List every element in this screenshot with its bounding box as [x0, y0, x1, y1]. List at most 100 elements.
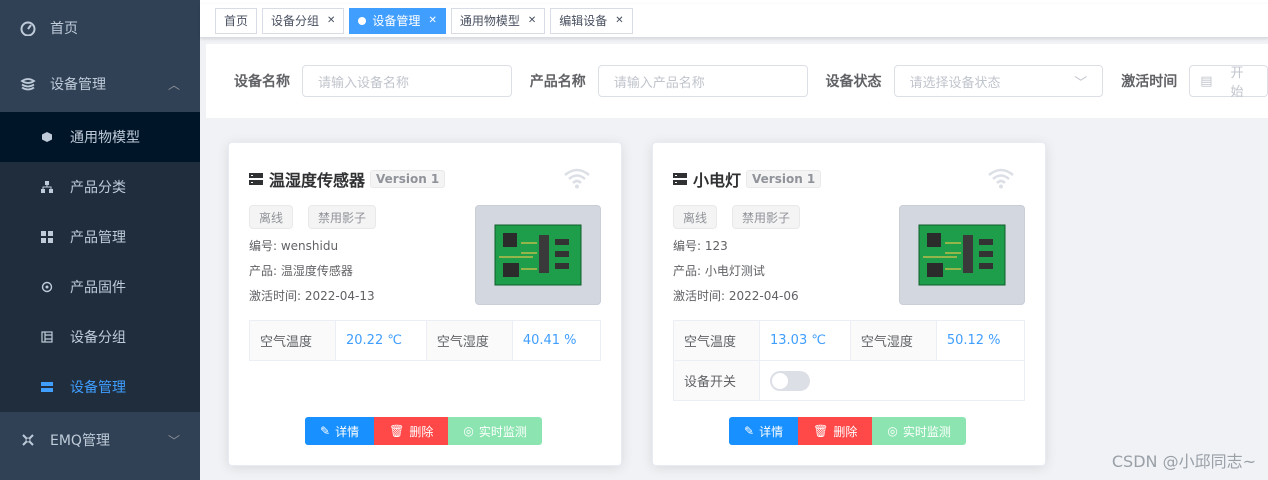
sidebar-item-device-mgmt[interactable]: 设备管理: [0, 362, 200, 412]
device-name: 温湿度传感器: [269, 171, 366, 190]
telemetry-table: 空气温度 20.22 ℃ 空气湿度 40.41 %: [249, 320, 602, 361]
trash-icon: 🗑: [389, 424, 405, 438]
device-name-input[interactable]: 请输入设备名称: [302, 65, 512, 97]
menu-emq[interactable]: EMQ管理 ﹀: [0, 412, 200, 468]
device-activate-time: 激活时间: 2022-04-13: [249, 289, 375, 303]
device-product: 产品: 小电灯测试: [673, 264, 765, 278]
emq-icon: [20, 432, 36, 448]
chevron-down-icon: ﹀: [167, 433, 180, 448]
trash-icon: 🗑: [813, 424, 829, 438]
active-dot-icon: [358, 16, 367, 25]
firmware-icon: [40, 280, 54, 294]
sidebar: 首页 设备管理 ︿ 通用物模型 产品分类 产品管理 产品固件 设备分组 设备管理…: [0, 0, 200, 480]
grid-icon: [40, 230, 54, 244]
edit-icon: ✎: [744, 424, 755, 438]
shadow-tag: 禁用影子: [308, 205, 377, 229]
button-label: 删除: [409, 424, 434, 439]
watermark-text: CSDN @小邱同志~: [1111, 452, 1256, 471]
tab-thing-model[interactable]: 通用物模型 ✕: [450, 7, 546, 34]
device-status-select[interactable]: 请选择设备状态 ﹀: [893, 65, 1104, 97]
menu-device-mgmt[interactable]: 设备管理 ︿: [0, 56, 200, 112]
device-name-label: 设备名称: [234, 74, 290, 90]
main-area: 首页 设备分组 ✕ 设备管理 ✕ 通用物模型 ✕ 编辑设备 ✕ 设备名称 请输入设备名称…: [200, 0, 1268, 480]
activate-date-input[interactable]: ▤ 开始: [1189, 65, 1268, 100]
tab-home[interactable]: 首页: [215, 7, 258, 34]
sidebar-item-label: 设备分组: [70, 330, 126, 346]
status-tag: 离线: [249, 205, 294, 229]
metric-value: 13.03 ℃: [759, 320, 851, 361]
device-image: [899, 205, 1025, 305]
device-switch-toggle[interactable]: [770, 370, 810, 391]
tab-label: 设备分组: [271, 14, 320, 28]
close-icon[interactable]: ✕: [528, 15, 536, 26]
placeholder: 请输入产品名称: [613, 75, 705, 91]
tab-device-mgmt[interactable]: 设备管理 ✕: [349, 7, 446, 34]
menu-emq-label: EMQ管理: [50, 433, 110, 449]
metric-label: 空气温度: [249, 320, 336, 361]
device-product: 产品: 温湿度传感器: [249, 264, 353, 278]
device-code: 编号: wenshidu: [249, 239, 339, 253]
menu-home[interactable]: 首页: [0, 0, 200, 56]
tab-label: 编辑设备: [559, 14, 608, 28]
wifi-icon: [987, 167, 1015, 192]
device-card: 小电灯 Version 1 离线 禁用影子 编号: 123 产品: 小电灯测试 …: [652, 142, 1046, 466]
metric-value: 40.41 %: [511, 320, 602, 361]
dashboard-icon: [20, 20, 36, 36]
tab-label: 首页: [224, 14, 249, 28]
telemetry-table: 空气温度 13.03 ℃ 空气湿度 50.12 % 设备开关: [673, 320, 1026, 401]
monitor-button[interactable]: ◎ 实时监测: [872, 417, 966, 445]
tags-view: 首页 设备分组 ✕ 设备管理 ✕ 通用物模型 ✕ 编辑设备 ✕: [200, 4, 1268, 38]
sidebar-item-product-category[interactable]: 产品分类: [0, 162, 200, 212]
device-card: 温湿度传感器 Version 1 离线 禁用影子 编号: wenshidu 产品…: [228, 142, 622, 466]
menu-home-label: 首页: [50, 21, 78, 37]
card-title: 小电灯 Version 1: [673, 167, 822, 191]
sidebar-item-label: 产品管理: [70, 230, 126, 246]
detail-button[interactable]: ✎ 详情: [729, 417, 799, 445]
close-icon[interactable]: ✕: [327, 15, 335, 26]
product-name-label: 产品名称: [529, 74, 586, 90]
delete-button[interactable]: 🗑 删除: [798, 417, 873, 445]
menu-device-mgmt-label: 设备管理: [50, 77, 106, 93]
version-badge: Version 1: [370, 170, 446, 188]
server-icon: [249, 173, 263, 185]
server-icon: [40, 380, 54, 394]
chevron-down-icon: ﹀: [1074, 75, 1088, 91]
sidebar-item-device-group[interactable]: 设备分组: [0, 312, 200, 362]
switch-cell: [759, 360, 1025, 401]
tab-edit-device[interactable]: 编辑设备 ✕: [550, 7, 633, 34]
metric-label: 空气湿度: [425, 320, 513, 361]
version-badge: Version 1: [746, 170, 822, 188]
detail-button[interactable]: ✎ 详情: [305, 417, 375, 445]
product-name-input[interactable]: 请输入产品名称: [597, 65, 808, 97]
toggle-knob: [772, 372, 788, 389]
card-actions: ✎ 详情 🗑 删除 ◎ 实时监测: [729, 417, 966, 445]
card-title: 温湿度传感器 Version 1: [249, 167, 446, 191]
tab-device-group[interactable]: 设备分组 ✕: [262, 7, 345, 34]
placeholder: 请选择设备状态: [909, 75, 1001, 91]
monitor-icon: ◎: [887, 424, 898, 438]
chevron-up-icon: ︿: [167, 77, 180, 92]
sidebar-item-label: 设备管理: [70, 380, 126, 396]
sidebar-item-label: 产品固件: [70, 280, 126, 296]
sidebar-item-label: 通用物模型: [70, 130, 140, 146]
close-icon[interactable]: ✕: [615, 15, 623, 26]
device-name: 小电灯: [693, 171, 742, 190]
monitor-button[interactable]: ◎ 实时监测: [448, 417, 542, 445]
close-icon[interactable]: ✕: [428, 15, 436, 26]
sidebar-item-firmware[interactable]: 产品固件: [0, 262, 200, 312]
device-status-label: 设备状态: [825, 74, 882, 90]
switch-label: 设备开关: [673, 360, 760, 401]
group-icon: [40, 330, 54, 344]
metric-label: 空气湿度: [849, 320, 937, 361]
sidebar-item-product-mgmt[interactable]: 产品管理: [0, 212, 200, 262]
device-code: 编号: 123: [673, 239, 728, 253]
sidebar-item-thing-model[interactable]: 通用物模型: [0, 112, 200, 162]
server-icon: [673, 173, 687, 185]
placeholder: 请输入设备名称: [318, 75, 410, 91]
calendar-icon: ▤: [1200, 73, 1213, 89]
button-label: 实时监测: [902, 424, 951, 439]
sidebar-item-label: 产品分类: [70, 180, 126, 196]
activate-time-label: 激活时间: [1121, 74, 1178, 90]
delete-button[interactable]: 🗑 删除: [374, 417, 449, 445]
device-activate-time: 激活时间: 2022-04-06: [673, 289, 799, 303]
